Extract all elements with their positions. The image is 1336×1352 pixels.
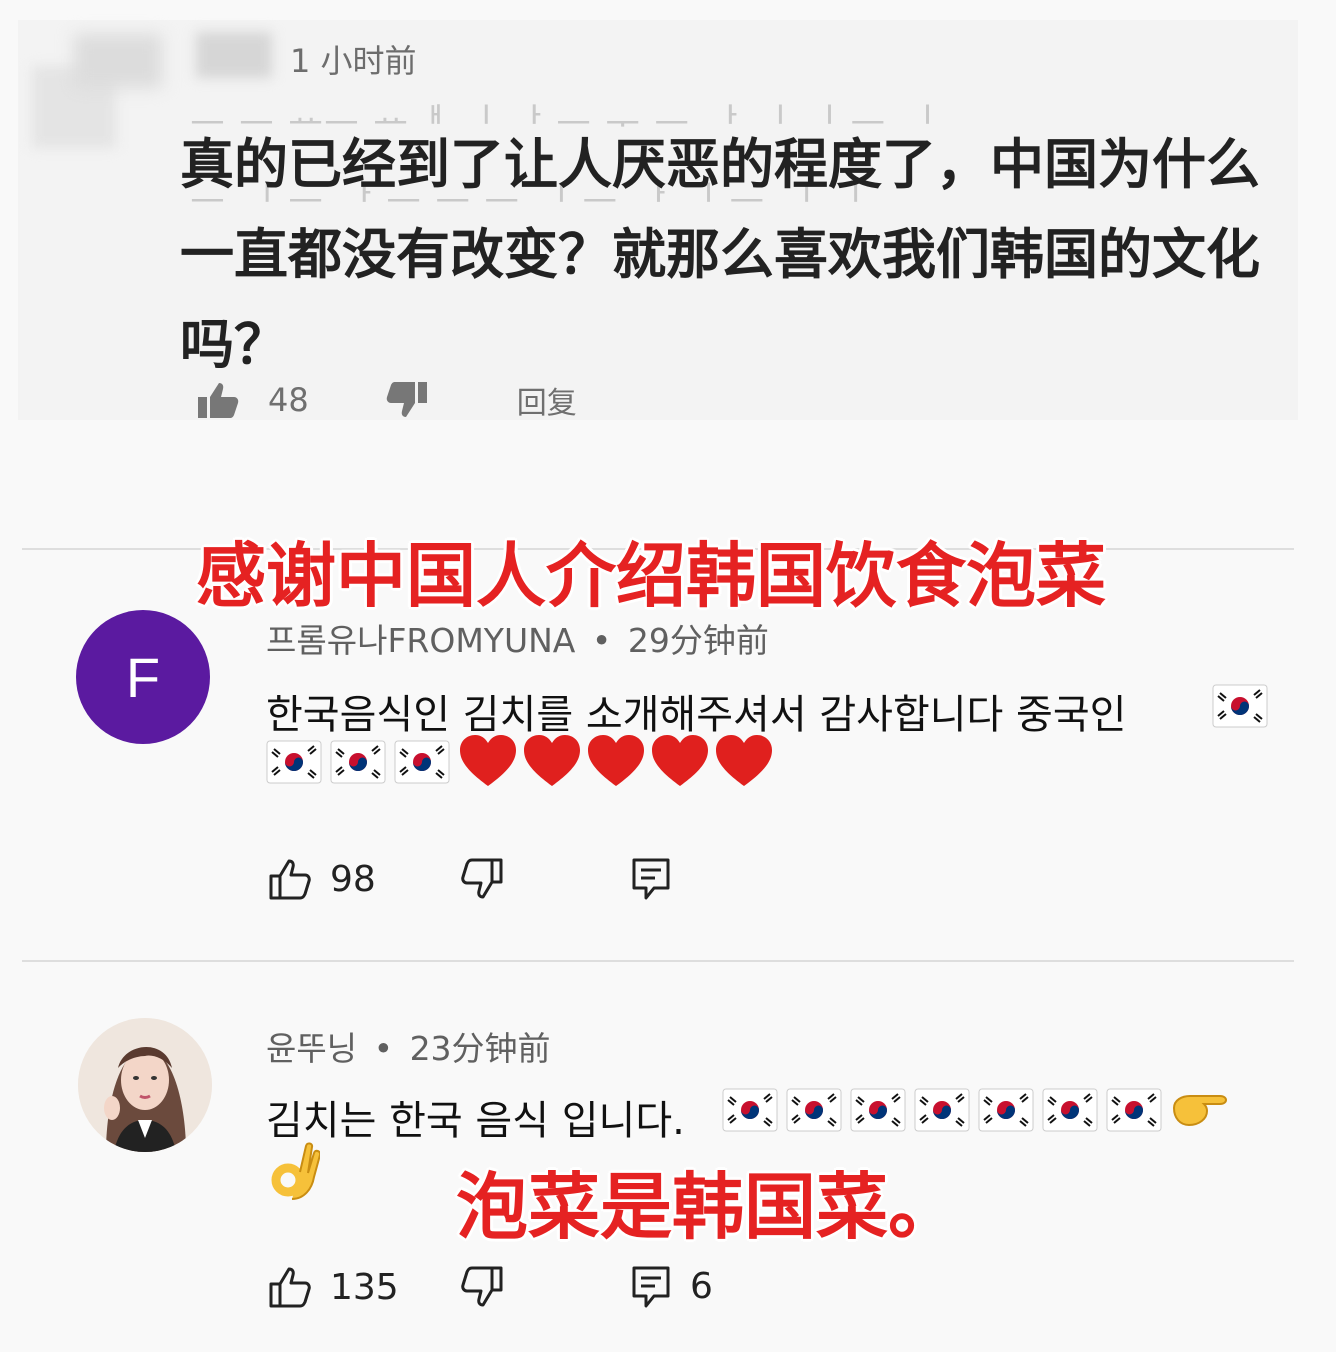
top-comment-actions: 48 回复 [196,378,577,422]
author-name[interactable]: 윤뚜닝 [266,1029,357,1068]
blurred-author-name [196,32,272,78]
korea-flag-icon [1106,1088,1162,1132]
comment-text: 김치는 한국 음식 입니다. [266,1098,685,1144]
red-heart-icon [716,735,772,786]
avatar[interactable] [78,1018,212,1152]
profile-photo [78,1018,212,1152]
thumbs-down-icon[interactable] [385,380,429,420]
avatar-letter: F [125,645,161,709]
pointing-hand-icon [1172,1095,1228,1127]
korea-flag-icon [978,1088,1034,1132]
top-comment-body: 真的已经到了让人厌恶的程度了，中国为什么一直都没有改变？就那么喜欢我们韩国的文化… [180,133,1260,376]
meta-separator: • [373,1029,394,1068]
red-heart-icon [652,735,708,786]
korea-flag-icon [1042,1088,1098,1132]
comment-time[interactable]: 29分钟前 [628,621,769,660]
thumbs-up-icon[interactable] [266,1262,316,1312]
korea-flag-icon [394,740,450,784]
emoji-row [722,1088,1232,1132]
thumbs-down-icon[interactable] [456,854,506,904]
avatar[interactable]: F [76,610,210,744]
meta-separator: • [591,621,612,660]
korea-flag-icon [850,1088,906,1132]
divider [22,960,1294,962]
comment-meta: 프롬유나FROMYUNA • 29分钟前 [266,614,769,662]
reply-button[interactable]: 回复 [517,378,577,422]
author-name[interactable]: 프롬유나FROMYUNA [266,621,575,660]
comment-meta: 윤뚜닝 • 23分钟前 [266,1022,551,1070]
comment-actions: 98 [266,854,670,904]
ok-hand-icon [271,1142,320,1200]
overlay-caption: 感谢中国人介绍韩国饮食泡菜 [196,535,1106,617]
thumbs-up-icon[interactable] [266,854,316,904]
comment-actions: 135 6 [266,1262,713,1312]
emoji-row [266,732,778,792]
like-count: 98 [330,858,376,900]
overlay-caption: 泡菜是韩国菜。 [456,1165,961,1249]
korea-flag-icon [722,1088,778,1132]
reply-icon[interactable] [626,854,676,904]
top-comment-time: 1 小时前 [290,42,417,80]
korea-flag-icon [914,1088,970,1132]
reply-count: 6 [690,1266,713,1307]
red-heart-icon [460,735,516,786]
like-count: 135 [330,1266,399,1308]
thumbs-down-icon[interactable] [456,1262,506,1312]
blurred-avatar-part [74,34,162,88]
reply-icon[interactable] [626,1262,676,1312]
comment-time[interactable]: 23分钟前 [410,1029,551,1068]
thumbs-up-icon[interactable] [196,380,240,420]
red-heart-icon [524,735,580,786]
korea-flag-icon [786,1088,842,1132]
korea-flag-icon [1212,684,1276,732]
korea-flag-icon [266,740,322,784]
korea-flag-icon [330,740,386,784]
top-like-count: 48 [268,381,309,419]
emoji-row [266,1142,320,1202]
red-heart-icon [588,735,644,786]
